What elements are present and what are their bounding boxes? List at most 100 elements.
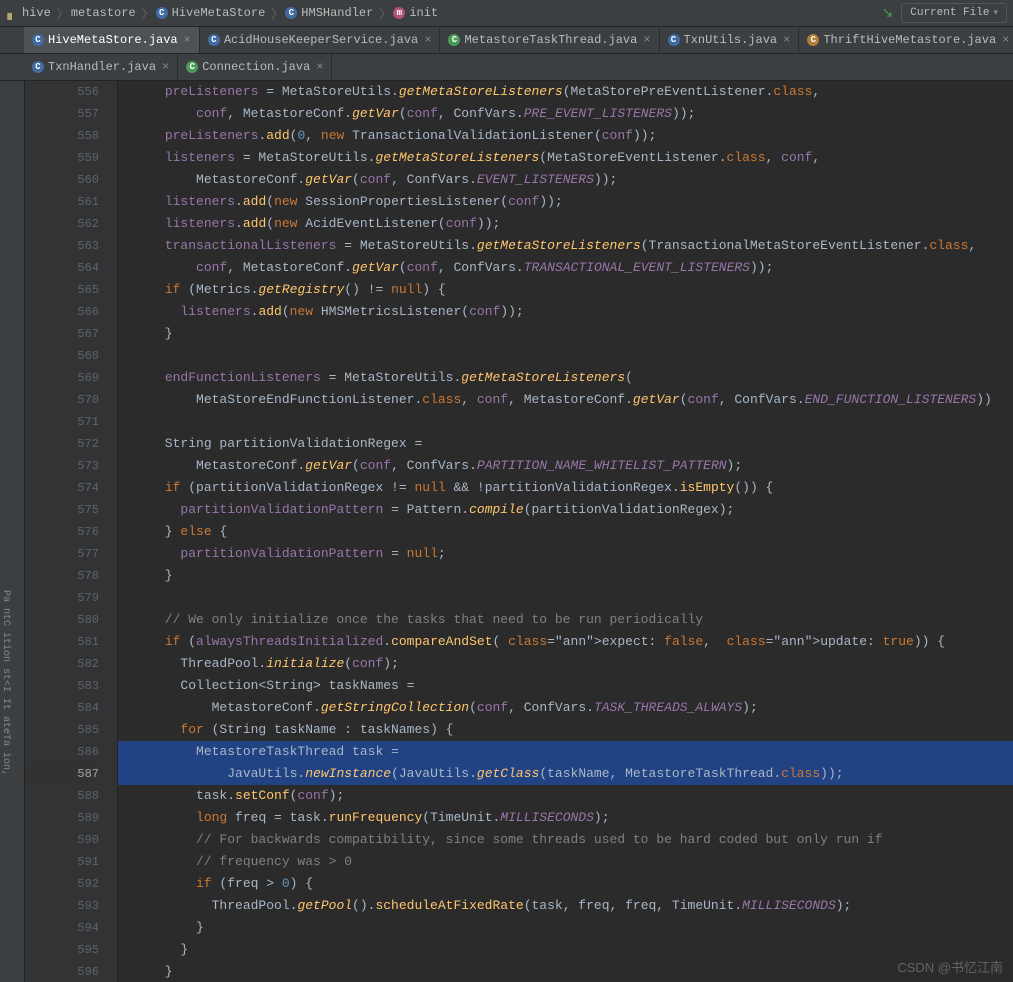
code-line[interactable]: JavaUtils.newInstance(JavaUtils.getClass… (118, 763, 1013, 785)
code-editor[interactable]: preListeners = MetaStoreUtils.getMetaSto… (118, 81, 1013, 982)
line-number[interactable]: 556 (25, 81, 99, 103)
line-number[interactable]: 560 (25, 169, 99, 191)
line-number[interactable]: 587 (25, 763, 99, 785)
line-number[interactable]: 565 (25, 279, 99, 301)
line-number[interactable]: 573 (25, 455, 99, 477)
crumb-metastore[interactable]: metastore (71, 6, 136, 20)
code-line[interactable]: if (alwaysThreadsInitialized.compareAndS… (118, 631, 1013, 653)
line-number[interactable]: 567 (25, 323, 99, 345)
code-line[interactable]: MetastoreConf.getStringCollection(conf, … (118, 697, 1013, 719)
code-line[interactable]: MetastoreConf.getVar(conf, ConfVars.PART… (118, 455, 1013, 477)
close-icon[interactable]: × (783, 33, 790, 47)
line-number[interactable]: 579 (25, 587, 99, 609)
code-line[interactable]: partitionValidationPattern = Pattern.com… (118, 499, 1013, 521)
line-number[interactable]: 561 (25, 191, 99, 213)
line-number[interactable]: 564 (25, 257, 99, 279)
code-line[interactable]: } (118, 961, 1013, 982)
line-number[interactable]: 596 (25, 961, 99, 982)
code-line[interactable]: String partitionValidationRegex = (118, 433, 1013, 455)
line-number[interactable]: 593 (25, 895, 99, 917)
line-number[interactable]: 590 (25, 829, 99, 851)
line-number[interactable]: 585 (25, 719, 99, 741)
crumb-hive[interactable]: ▖hive (6, 6, 51, 20)
code-line[interactable]: } (118, 917, 1013, 939)
line-number[interactable]: 594 (25, 917, 99, 939)
code-line[interactable] (118, 587, 1013, 609)
code-line[interactable]: ThreadPool.getPool().scheduleAtFixedRate… (118, 895, 1013, 917)
line-number[interactable]: 571 (25, 411, 99, 433)
line-number[interactable]: 589 (25, 807, 99, 829)
code-line[interactable]: long freq = task.runFrequency(TimeUnit.M… (118, 807, 1013, 829)
code-line[interactable]: listeners = MetaStoreUtils.getMetaStoreL… (118, 147, 1013, 169)
code-line[interactable]: // We only initialize once the tasks tha… (118, 609, 1013, 631)
crumb-method[interactable]: init (393, 6, 438, 20)
line-number[interactable]: 595 (25, 939, 99, 961)
editor-tab[interactable]: MetastoreTaskThread.java× (440, 27, 659, 53)
line-number[interactable]: 557 (25, 103, 99, 125)
code-line[interactable]: endFunctionListeners = MetaStoreUtils.ge… (118, 367, 1013, 389)
line-number[interactable]: 569 (25, 367, 99, 389)
line-number[interactable]: 581 (25, 631, 99, 653)
line-number[interactable]: 575 (25, 499, 99, 521)
line-number[interactable]: 577 (25, 543, 99, 565)
code-line[interactable]: ThreadPool.initialize(conf); (118, 653, 1013, 675)
code-line[interactable]: } (118, 323, 1013, 345)
line-number[interactable]: 559 (25, 147, 99, 169)
line-number[interactable]: 592 (25, 873, 99, 895)
close-icon[interactable]: × (162, 60, 169, 74)
line-number[interactable]: 574 (25, 477, 99, 499)
line-number[interactable]: 562 (25, 213, 99, 235)
line-number[interactable]: 583 (25, 675, 99, 697)
code-line[interactable]: if (freq > 0) { (118, 873, 1013, 895)
line-number[interactable]: 586 (25, 741, 99, 763)
code-line[interactable]: listeners.add(new AcidEventListener(conf… (118, 213, 1013, 235)
code-line[interactable]: transactionalListeners = MetaStoreUtils.… (118, 235, 1013, 257)
run-config-selector[interactable]: Current File▾ (901, 3, 1007, 23)
line-number[interactable]: 591 (25, 851, 99, 873)
build-icon[interactable]: ↘ (882, 5, 894, 22)
line-number[interactable]: 566 (25, 301, 99, 323)
line-number[interactable]: 576 (25, 521, 99, 543)
code-line[interactable]: conf, MetastoreConf.getVar(conf, ConfVar… (118, 257, 1013, 279)
line-number[interactable]: 558 (25, 125, 99, 147)
line-number-gutter[interactable]: 5565575585595605615625635645655665675685… (25, 81, 118, 982)
code-line[interactable]: // frequency was > 0 (118, 851, 1013, 873)
line-number[interactable]: 572 (25, 433, 99, 455)
code-line[interactable]: conf, MetastoreConf.getVar(conf, ConfVar… (118, 103, 1013, 125)
code-line[interactable]: MetaStoreEndFunctionListener.class, conf… (118, 389, 1013, 411)
editor-tab[interactable]: HiveMetaStore.java× (24, 27, 200, 53)
line-number[interactable]: 568 (25, 345, 99, 367)
code-line[interactable]: if (partitionValidationRegex != null && … (118, 477, 1013, 499)
close-icon[interactable]: × (316, 60, 323, 74)
line-number[interactable]: 570 (25, 389, 99, 411)
editor-tab[interactable]: AcidHouseKeeperService.java× (200, 27, 441, 53)
code-line[interactable]: Collection<String> taskNames = (118, 675, 1013, 697)
line-number[interactable]: 582 (25, 653, 99, 675)
code-line[interactable]: } (118, 939, 1013, 961)
close-icon[interactable]: × (1002, 33, 1009, 47)
code-line[interactable]: for (String taskName : taskNames) { (118, 719, 1013, 741)
crumb-class-inner[interactable]: HMSHandler (285, 6, 373, 20)
code-line[interactable]: partitionValidationPattern = null; (118, 543, 1013, 565)
code-line[interactable]: MetastoreConf.getVar(conf, ConfVars.EVEN… (118, 169, 1013, 191)
line-number[interactable]: 584 (25, 697, 99, 719)
code-line[interactable]: listeners.add(new HMSMetricsListener(con… (118, 301, 1013, 323)
code-line[interactable]: MetastoreTaskThread task = (118, 741, 1013, 763)
code-line[interactable]: preListeners.add(0, new TransactionalVal… (118, 125, 1013, 147)
code-line[interactable]: listeners.add(new SessionPropertiesListe… (118, 191, 1013, 213)
code-line[interactable] (118, 345, 1013, 367)
editor-tab[interactable]: TxnUtils.java× (660, 27, 800, 53)
code-line[interactable]: } else { (118, 521, 1013, 543)
crumb-class[interactable]: HiveMetaStore (156, 6, 266, 20)
line-number[interactable]: 578 (25, 565, 99, 587)
editor-tab[interactable]: Connection.java× (178, 54, 332, 80)
code-line[interactable]: task.setConf(conf); (118, 785, 1013, 807)
line-number[interactable]: 580 (25, 609, 99, 631)
code-line[interactable] (118, 411, 1013, 433)
code-line[interactable]: // For backwards compatibility, since so… (118, 829, 1013, 851)
editor-tab[interactable]: TxnHandler.java× (24, 54, 178, 80)
code-line[interactable]: } (118, 565, 1013, 587)
editor-tab[interactable]: ThriftHiveMetastore.java× (799, 27, 1013, 53)
line-number[interactable]: 563 (25, 235, 99, 257)
close-icon[interactable]: × (184, 33, 191, 47)
